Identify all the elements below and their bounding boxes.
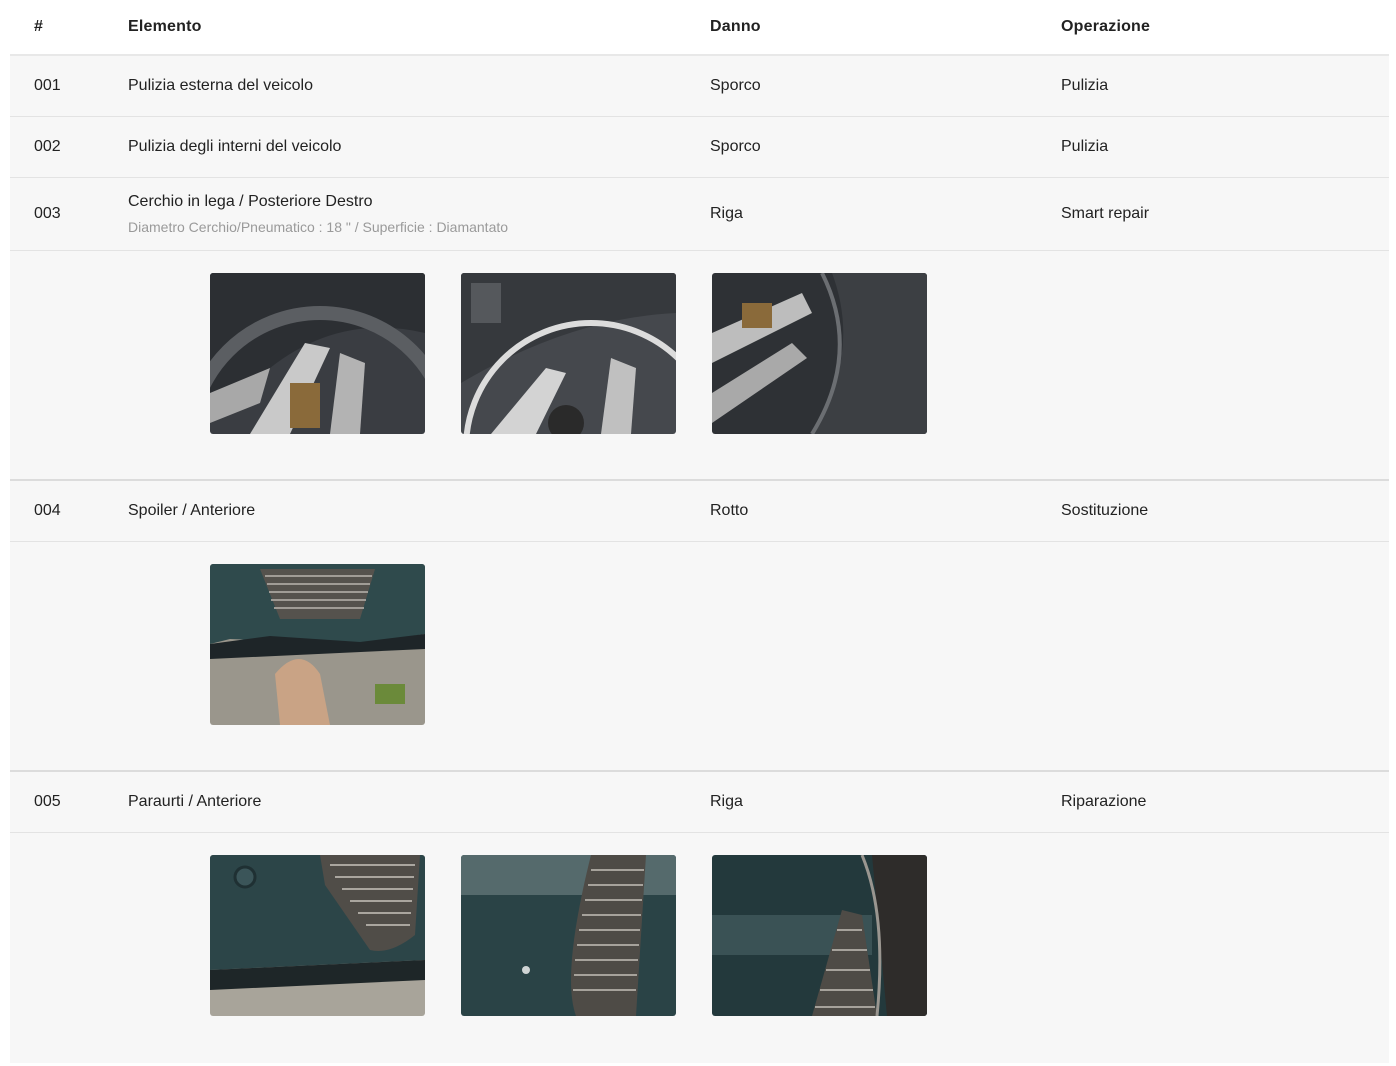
wheel-photo-2 (461, 273, 676, 434)
row-number: 005 (34, 793, 61, 810)
element-name: Paraurti / Anteriore (128, 793, 262, 810)
wheel-photo-1 (210, 273, 425, 434)
table-row: 004 Spoiler / Anteriore Rotto Sostituzio… (10, 481, 1389, 542)
row-operation: Sostituzione (1061, 502, 1149, 519)
row-element: Cerchio in lega / Posteriore Destro Diam… (128, 178, 508, 250)
wheel-photo-3 (712, 273, 927, 434)
bumper-photo-3 (712, 855, 927, 1016)
row-operation: Pulizia (1061, 77, 1109, 94)
header-damage: Danno (710, 18, 761, 35)
table-row: 002 Pulizia degli interni del veicolo Sp… (10, 117, 1389, 178)
wheel-photo-thumbnail[interactable] (461, 273, 676, 434)
element-name: Pulizia degli interni del veicolo (128, 138, 342, 155)
photo-row (10, 251, 1389, 481)
header-element: Elemento (128, 18, 202, 35)
row-damage: Sporco (710, 138, 761, 155)
row-element: Pulizia esterna del veicolo (128, 56, 313, 116)
table-row: 001 Pulizia esterna del veicolo Sporco P… (10, 56, 1389, 117)
bumper-photo-thumbnail[interactable] (210, 855, 425, 1016)
row-element: Pulizia degli interni del veicolo (128, 117, 341, 177)
photo-row (10, 542, 1389, 772)
photo-gallery (210, 564, 425, 725)
element-detail: Diametro Cerchio/Pneumatico : 18 " / Sup… (128, 219, 509, 235)
row-number: 002 (34, 138, 61, 155)
row-damage: Rotto (710, 502, 749, 519)
row-number: 003 (34, 205, 61, 222)
header-operation: Operazione (1061, 18, 1151, 35)
row-element: Paraurti / Anteriore (128, 772, 261, 832)
bumper-photo-thumbnail[interactable] (461, 855, 676, 1016)
bumper-photo-thumbnail[interactable] (712, 855, 927, 1016)
wheel-photo-thumbnail[interactable] (210, 273, 425, 434)
wheel-photo-thumbnail[interactable] (712, 273, 927, 434)
table-header: # Elemento Danno Operazione (10, 0, 1389, 56)
element-name: Pulizia esterna del veicolo (128, 77, 313, 94)
row-operation: Pulizia (1061, 138, 1109, 155)
element-name: Cerchio in lega / Posteriore Destro (128, 193, 373, 210)
row-damage: Riga (710, 205, 743, 222)
row-damage: Riga (710, 793, 743, 810)
photo-gallery (210, 273, 927, 434)
bumper-photo-1 (210, 855, 425, 1016)
table-row: 003 Cerchio in lega / Posteriore Destro … (10, 178, 1389, 251)
row-element: Spoiler / Anteriore (128, 481, 255, 541)
row-number: 001 (34, 77, 61, 94)
element-name: Spoiler / Anteriore (128, 502, 256, 519)
row-number: 004 (34, 502, 61, 519)
bumper-photo-2 (461, 855, 676, 1016)
photo-gallery (210, 855, 927, 1016)
table-row: 005 Paraurti / Anteriore Riga Riparazion… (10, 772, 1389, 833)
row-operation: Riparazione (1061, 793, 1147, 810)
photo-row (10, 833, 1389, 1063)
row-operation: Smart repair (1061, 205, 1150, 222)
header-num: # (34, 18, 44, 35)
damage-table: # Elemento Danno Operazione 001 Pulizia … (10, 0, 1389, 1063)
spoiler-photo-thumbnail[interactable] (210, 564, 425, 725)
spoiler-photo-1 (210, 564, 425, 725)
row-damage: Sporco (710, 77, 761, 94)
